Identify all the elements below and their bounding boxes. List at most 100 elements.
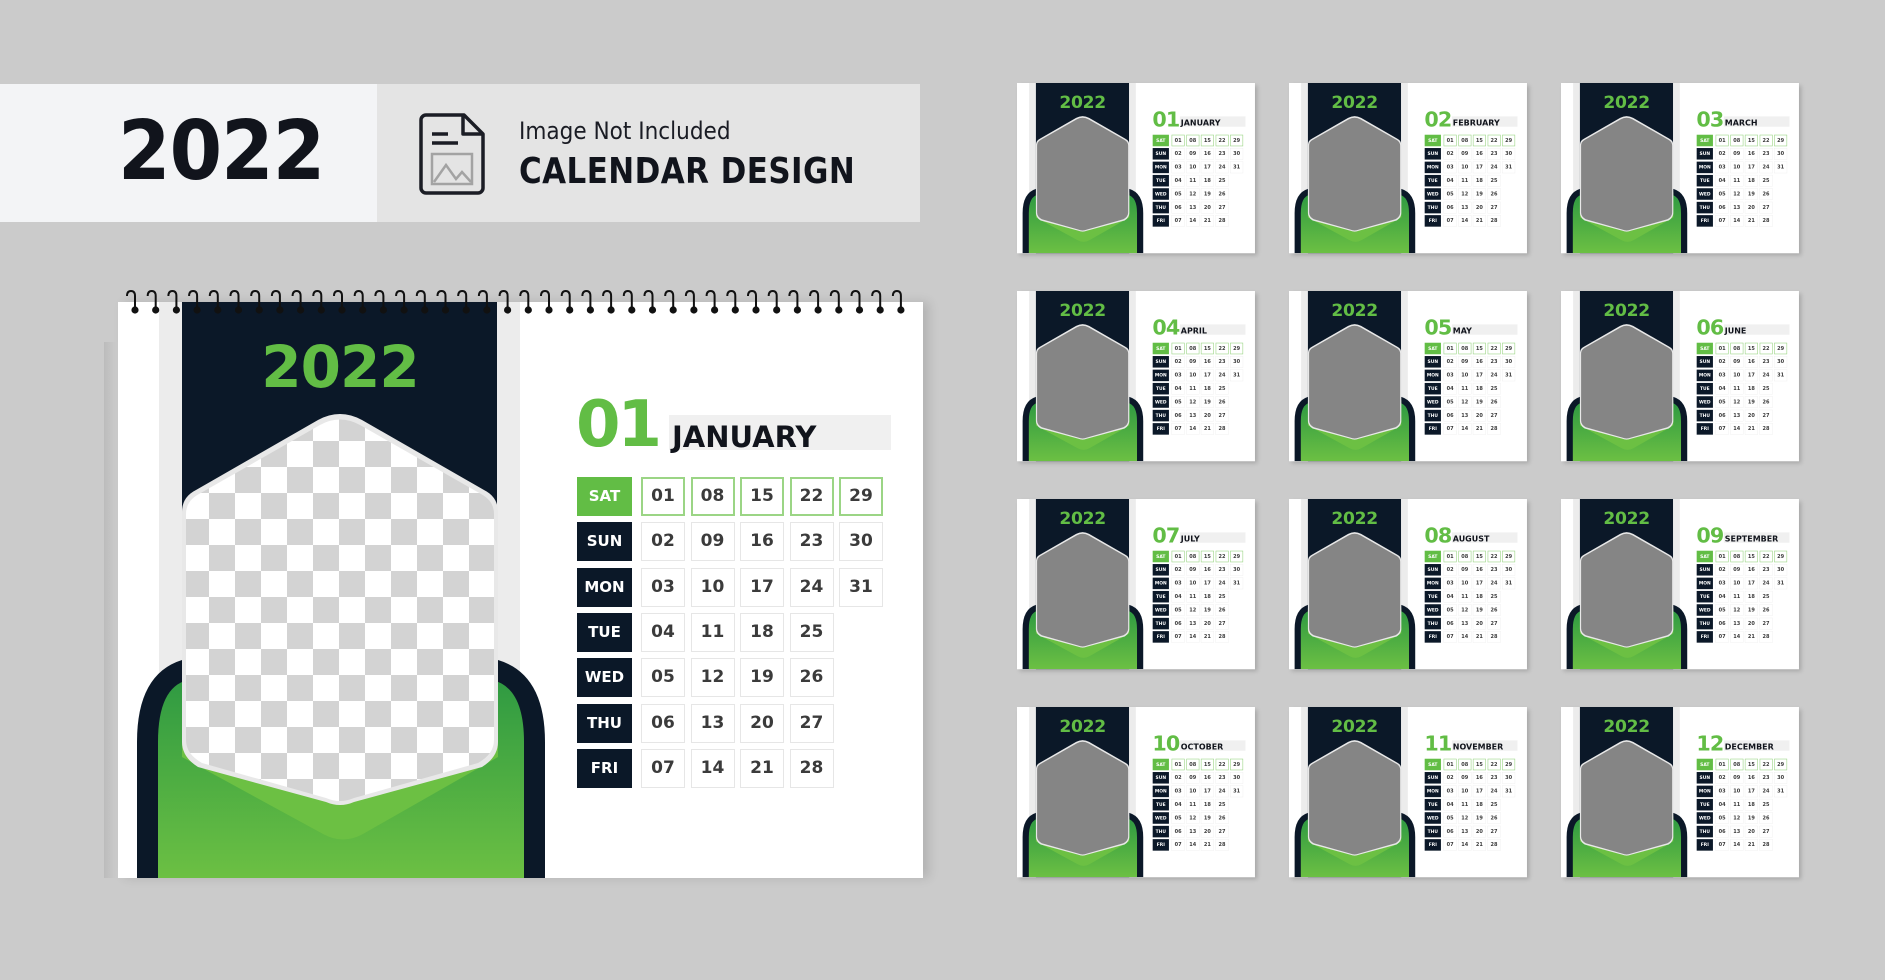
date-cell: 26 — [1487, 396, 1501, 408]
date-cell: 13 — [1730, 825, 1744, 838]
date-cell: 15 — [1472, 342, 1486, 355]
day-label: SAT — [577, 477, 632, 516]
date-cell: 26 — [789, 658, 834, 698]
date-cell: 14 — [1730, 215, 1744, 227]
day-label: FRI — [1696, 215, 1713, 227]
image-document-icon — [419, 113, 485, 195]
month-name: SEPTEMBER — [1724, 534, 1779, 544]
calendar-year: 2022 — [1059, 300, 1106, 321]
day-label: THU — [1424, 825, 1441, 838]
mini-calendar-march: 2022 03 MARCH SAT 01 08 15 22 29 SUN 02 09 16 23 30… — [1561, 83, 1799, 254]
day-label: MON — [1696, 369, 1713, 382]
day-label: TUE — [577, 612, 632, 652]
date-cell: 09 — [1186, 564, 1200, 576]
date-cell: 23 — [1215, 772, 1229, 784]
date-cell: 09 — [1458, 564, 1472, 576]
date-cell: 19 — [1472, 188, 1486, 200]
date-cell: 24 — [1487, 785, 1501, 798]
date-cell: 04 — [1443, 798, 1457, 811]
date-cell: 31 — [1230, 577, 1244, 590]
spiral-ring — [850, 290, 864, 314]
day-label: WED — [577, 658, 632, 698]
date-cell: 08 — [1458, 758, 1472, 771]
date-cell: 06 — [1443, 825, 1457, 838]
date-cell: 31 — [1502, 577, 1516, 590]
mini-calendar-june: 2022 06 JUNE SAT 01 08 15 22 29 SUN 02 09 16 23 30 M… — [1561, 291, 1799, 462]
date-cell: 19 — [1744, 396, 1758, 408]
date-cell: 21 — [740, 748, 784, 788]
date-cell: 14 — [1186, 631, 1200, 643]
date-cell: 27 — [1759, 409, 1773, 422]
date-cell: 11 — [1730, 798, 1744, 811]
date-cell: 24 — [1759, 369, 1773, 382]
month-name: APRIL — [1180, 326, 1207, 336]
day-label: MON — [1152, 577, 1169, 590]
spiral-ring — [891, 290, 905, 314]
date-cell: 17 — [740, 567, 784, 607]
date-cell: 05 — [1715, 396, 1729, 408]
month-number: 05 — [1424, 315, 1452, 340]
date-cell: 13 — [1458, 825, 1472, 838]
date-cell: 15 — [1200, 342, 1214, 355]
photo-placeholder-grey — [1309, 117, 1401, 231]
date-cell: 13 — [690, 703, 735, 743]
date-cell: 20 — [1744, 617, 1758, 630]
day-label: SUN — [1696, 356, 1713, 368]
date-cell: 13 — [1458, 617, 1472, 630]
date-cell: 02 — [1443, 772, 1457, 784]
calendar-sheet: 2022 02 FEBRUARY SAT 01 08 15 22 29 SUN 02 09 16 2… — [1289, 83, 1527, 254]
date-cell: 31 — [839, 567, 883, 607]
date-cell: 01 — [1715, 342, 1729, 355]
date-cell: 12 — [1730, 396, 1744, 408]
date-cell: 05 — [1443, 396, 1457, 408]
date-cell: 13 — [1730, 409, 1744, 422]
date-cell: 24 — [1487, 161, 1501, 174]
spiral-ring — [788, 290, 802, 314]
day-label: WED — [1152, 604, 1169, 616]
date-cell: 25 — [1215, 174, 1229, 187]
date-cell: 06 — [1443, 409, 1457, 422]
date-cell: 01 — [1171, 342, 1185, 355]
date-cell: 01 — [1171, 134, 1185, 147]
date-cell: 04 — [1171, 590, 1185, 603]
date-cell: 29 — [1774, 342, 1788, 355]
date-cell: 26 — [1759, 396, 1773, 408]
date-cell: 30 — [1230, 356, 1244, 368]
date-cell: 05 — [1171, 396, 1185, 408]
date-cell: 17 — [1200, 785, 1214, 798]
date-cell: 26 — [1215, 604, 1229, 616]
calendar-year: 2022 — [1331, 508, 1378, 529]
day-label: FRI — [1152, 423, 1169, 435]
day-label: FRI — [1424, 423, 1441, 435]
date-cell: 06 — [1171, 201, 1185, 214]
date-cell: 07 — [1443, 423, 1457, 435]
date-cell: 20 — [1200, 825, 1214, 838]
date-cell: 28 — [1215, 839, 1229, 851]
month-number: 09 — [1696, 523, 1724, 548]
date-cell: 09 — [1730, 148, 1744, 160]
date-cell: 17 — [1472, 369, 1486, 382]
date-cell: 08 — [1730, 134, 1744, 147]
day-label: THU — [577, 703, 632, 743]
date-cell: 18 — [1472, 590, 1486, 603]
date-cell: 31 — [1502, 369, 1516, 382]
calendar-sheet: 2022 12 DECEMBER SAT 01 08 15 22 29 SUN 02 09 16 2… — [1561, 707, 1799, 878]
date-cell: 10 — [1458, 161, 1472, 174]
date-cell: 08 — [1730, 758, 1744, 771]
date-cell: 27 — [1215, 201, 1229, 214]
date-cell: 22 — [1759, 758, 1773, 771]
month-name: DECEMBER — [1724, 742, 1774, 752]
date-cell: 21 — [1472, 423, 1486, 435]
date-cell: 24 — [1487, 369, 1501, 382]
day-label: FRI — [1696, 839, 1713, 851]
day-label: MON — [1696, 785, 1713, 798]
date-cell: 12 — [690, 658, 735, 698]
date-cell: 01 — [1171, 550, 1185, 563]
photo-placeholder — [186, 419, 494, 801]
date-cell: 26 — [1759, 812, 1773, 824]
date-cell: 17 — [1744, 577, 1758, 590]
day-label: SAT — [1696, 550, 1713, 563]
banner-title: CALENDAR DESIGN — [519, 151, 856, 192]
date-cell: 25 — [1759, 174, 1773, 187]
day-label: WED — [1152, 188, 1169, 200]
